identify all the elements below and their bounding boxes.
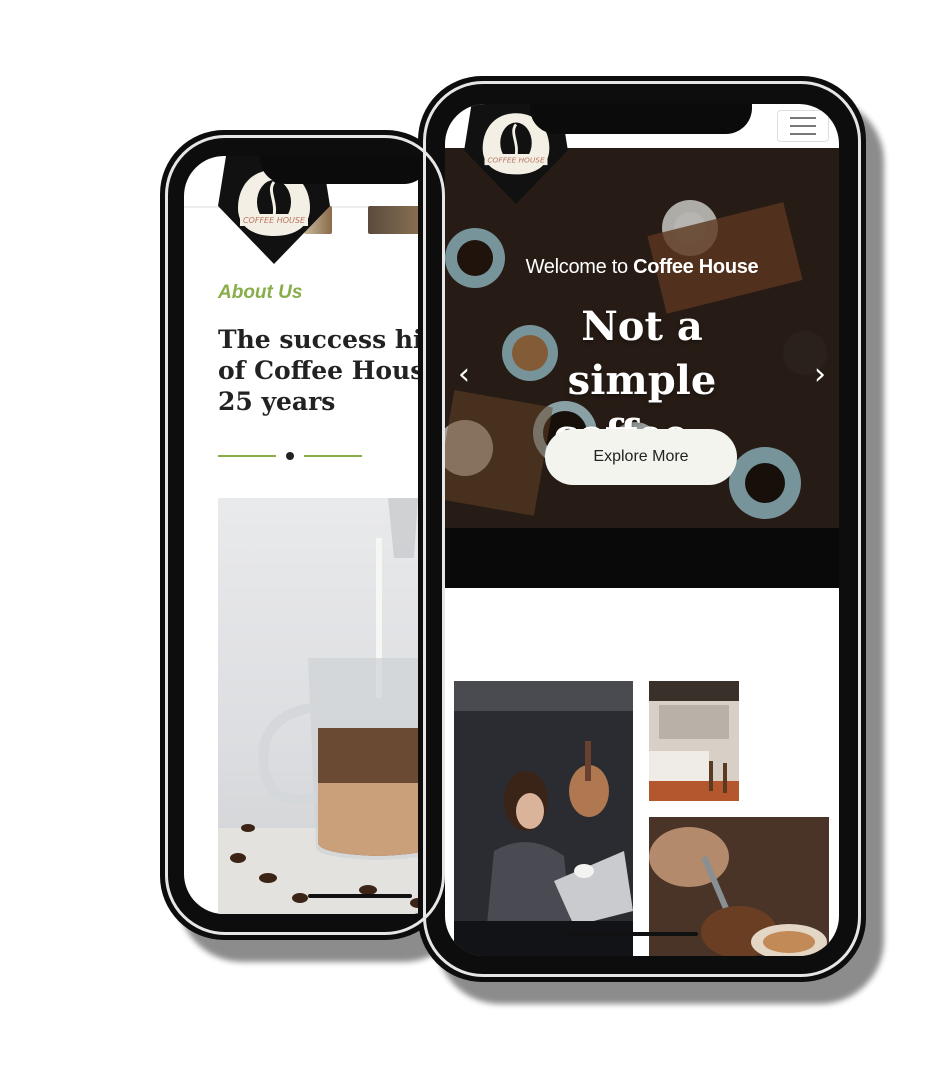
back-phone-mockup: COFFEE HOUSE About Us The success histor… <box>160 130 450 940</box>
iced-latte-photo <box>218 498 450 914</box>
gallery-photo-girl-laptop <box>454 681 633 956</box>
home-indicator <box>308 894 412 898</box>
hamburger-menu-icon[interactable] <box>777 110 829 142</box>
hero-welcome-text: Welcome to Coffee House <box>445 256 839 279</box>
front-phone-screen: Welcome to Coffee House Not a simple cof… <box>445 104 839 956</box>
front-phone-mockup: Welcome to Coffee House Not a simple cof… <box>418 76 866 982</box>
explore-more-button[interactable]: Explore More <box>545 429 737 485</box>
home-indicator <box>570 932 698 936</box>
gallery-photo-coffee-shop <box>649 681 739 801</box>
phone-notch <box>530 104 752 134</box>
divider-dot-icon <box>286 452 294 460</box>
section-divider <box>218 450 378 462</box>
hero-slider: Welcome to Coffee House Not a simple cof… <box>445 148 839 588</box>
welcome-prefix: Welcome to <box>525 256 634 278</box>
chevron-left-icon[interactable]: ‹ <box>451 354 477 394</box>
back-phone-screen: COFFEE HOUSE About Us The success histor… <box>184 156 450 914</box>
welcome-brand: Coffee House <box>633 256 759 278</box>
about-us-title: The success history of Coffee House in 2… <box>218 325 450 416</box>
phone-notch <box>260 156 430 184</box>
logo-text: COFFEE HOUSE <box>243 216 306 225</box>
logo-text: COFFEE HOUSE <box>487 155 545 164</box>
about-us-label: About Us <box>218 282 303 303</box>
chevron-right-icon[interactable]: › <box>807 354 833 394</box>
